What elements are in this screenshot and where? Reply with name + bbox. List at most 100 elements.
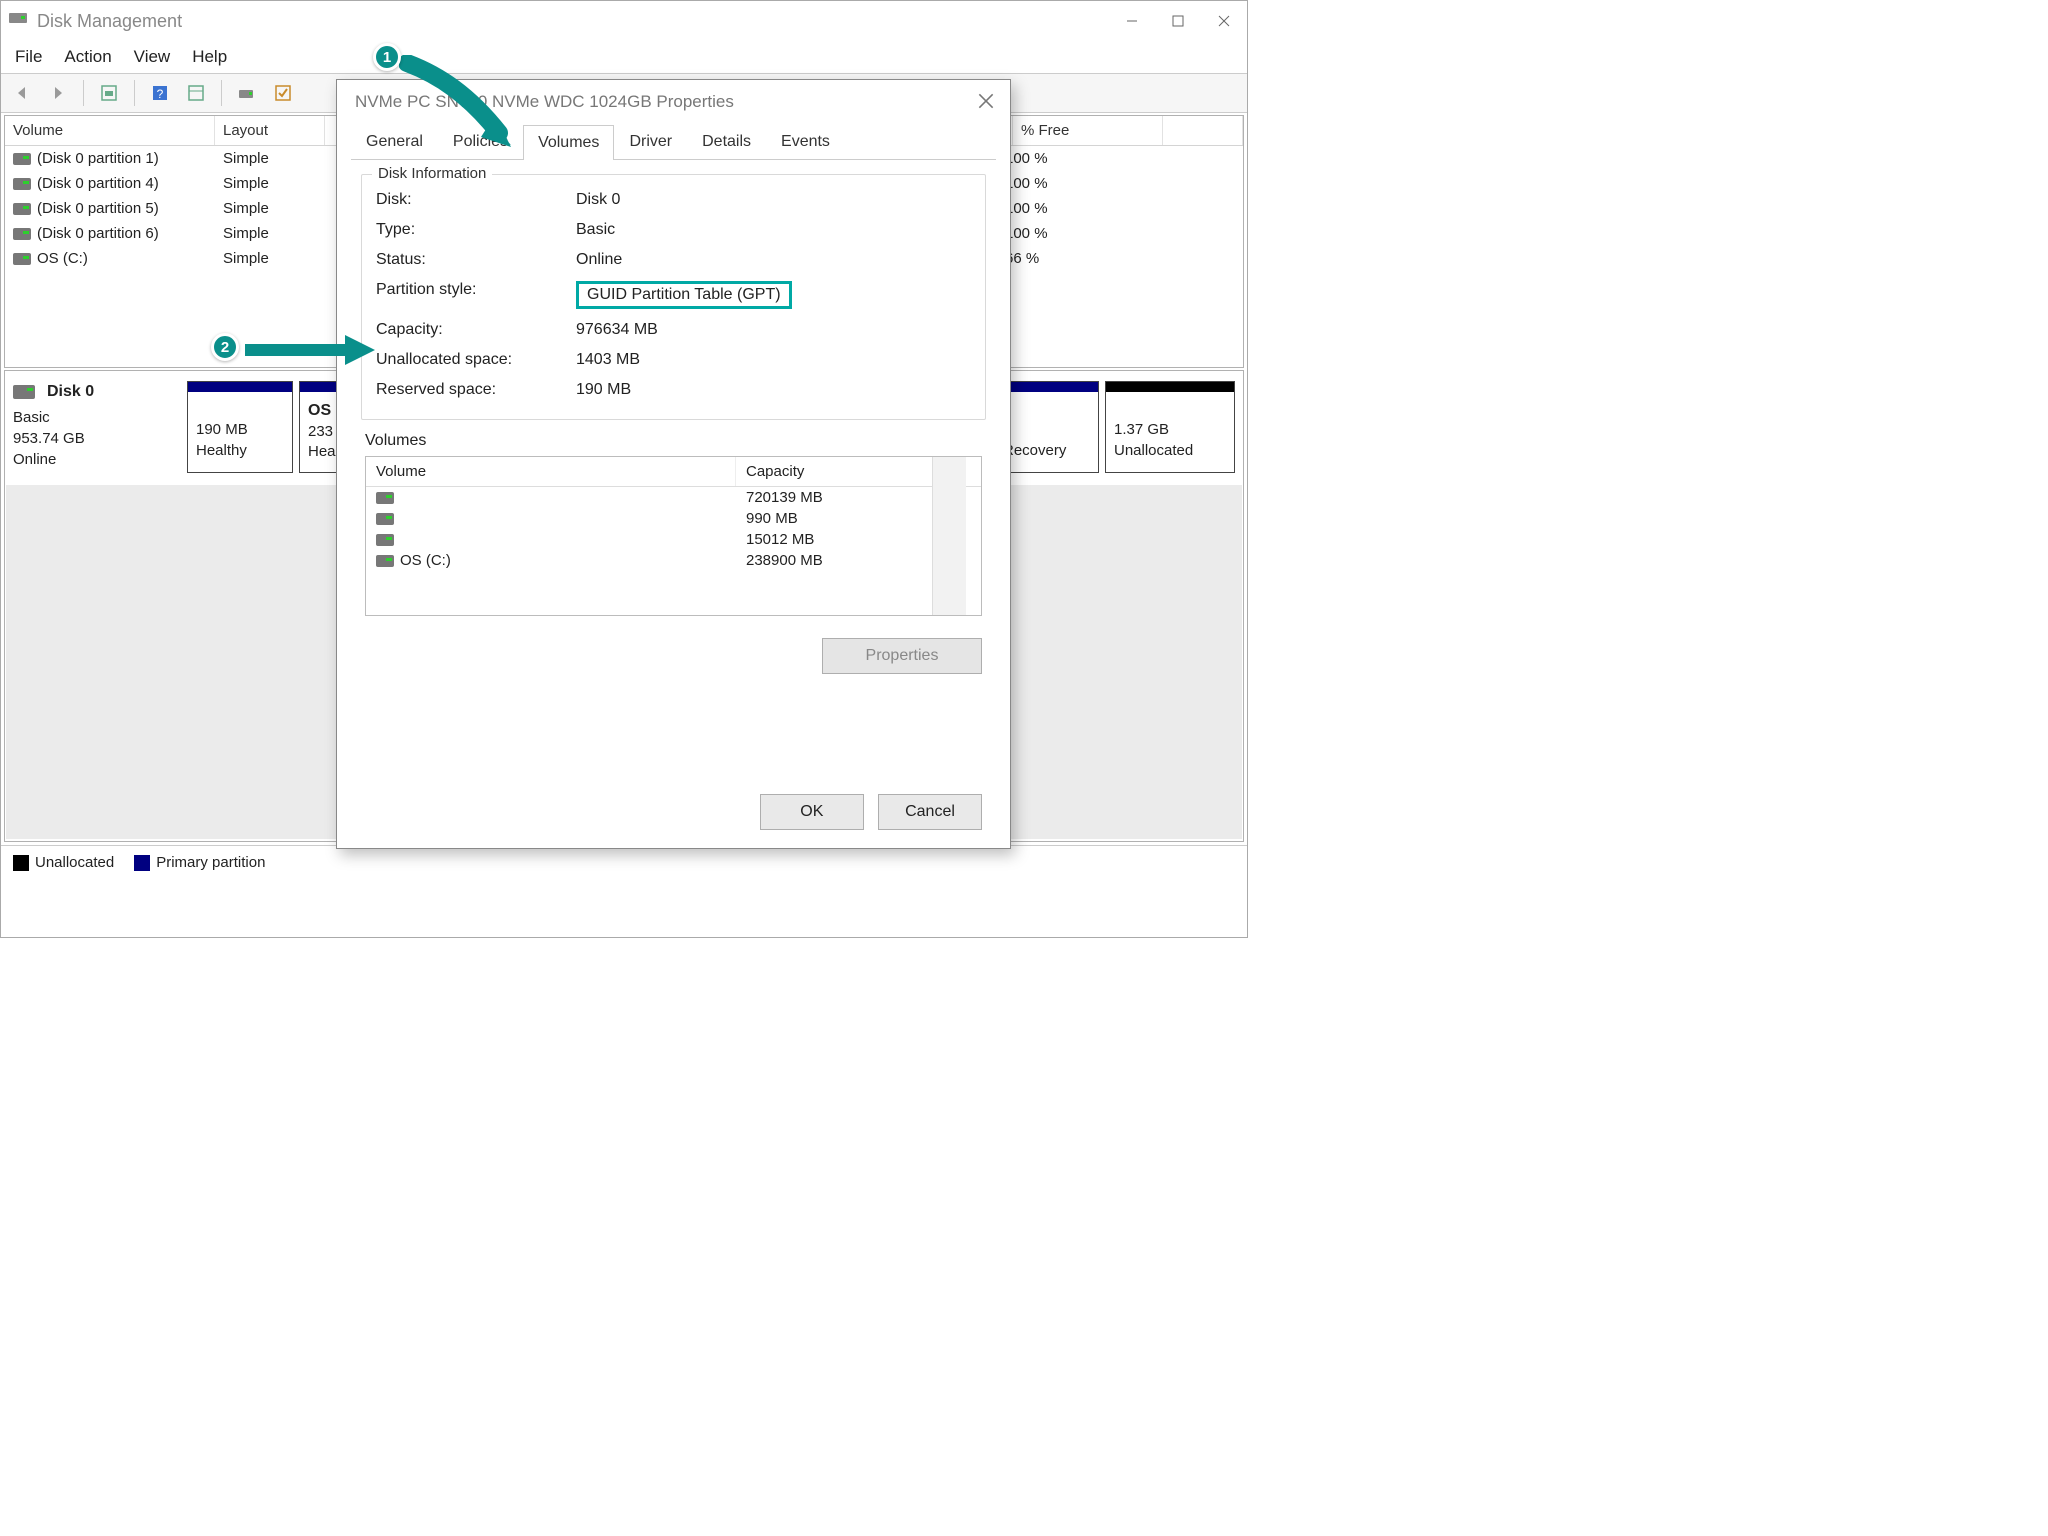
menu-help[interactable]: Help bbox=[192, 47, 227, 67]
value-reserved: 190 MB bbox=[576, 381, 971, 399]
menu-bar: File Action View Help bbox=[1, 41, 1247, 73]
volume-name: (Disk 0 partition 4) bbox=[37, 175, 159, 192]
app-icon bbox=[9, 11, 29, 32]
partition-size: B bbox=[998, 420, 1090, 440]
tab-events[interactable]: Events bbox=[766, 124, 845, 159]
menu-file[interactable]: File bbox=[15, 47, 42, 67]
volumes-list-row[interactable]: 720139 MB bbox=[366, 487, 981, 508]
col-volume[interactable]: Volume bbox=[366, 457, 736, 486]
annotation-badge-2: 2 bbox=[211, 333, 239, 361]
volume-layout: Simple bbox=[223, 173, 333, 194]
partition-size: 1.37 GB bbox=[1114, 420, 1226, 440]
legend-primary: Primary partition bbox=[156, 854, 265, 871]
minimize-button[interactable] bbox=[1109, 3, 1155, 39]
menu-view[interactable]: View bbox=[134, 47, 171, 67]
list-scrollbar[interactable] bbox=[932, 457, 966, 615]
window-controls bbox=[1109, 3, 1247, 39]
volume-free: 100 % bbox=[1005, 198, 1155, 219]
disk-status: Online bbox=[13, 449, 181, 470]
vol-name: OS (C:) bbox=[400, 552, 451, 569]
col-free[interactable]: % Free bbox=[1013, 116, 1163, 145]
partition-status: Healthy bbox=[196, 441, 284, 461]
group-title: Disk Information bbox=[372, 165, 492, 182]
col-volume[interactable]: Volume bbox=[5, 116, 215, 145]
toolbar-icon-2[interactable] bbox=[183, 80, 209, 106]
menu-action[interactable]: Action bbox=[64, 47, 111, 67]
toolbar-icon-1[interactable] bbox=[96, 80, 122, 106]
col-tail bbox=[1163, 116, 1243, 145]
tab-volumes[interactable]: Volumes bbox=[523, 125, 614, 160]
partition-header bbox=[188, 382, 292, 392]
drive-icon bbox=[376, 555, 394, 567]
drive-icon bbox=[13, 253, 31, 265]
annotation-badge-1: 1 bbox=[373, 43, 401, 71]
volume-name: (Disk 0 partition 1) bbox=[37, 150, 159, 167]
drive-icon bbox=[13, 228, 31, 240]
disk-information-group: Disk Information Disk:Disk 0 Type:Basic … bbox=[361, 174, 986, 420]
properties-dialog: NVMe PC SN730 NVMe WDC 1024GB Properties… bbox=[336, 79, 1011, 849]
value-partition-style: GUID Partition Table (GPT) bbox=[576, 281, 792, 309]
volume-free: 100 % bbox=[1005, 173, 1155, 194]
partition-status: (Recovery bbox=[998, 441, 1090, 461]
disk-info[interactable]: Disk 0 Basic 953.74 GB Online bbox=[13, 381, 181, 473]
cancel-button[interactable]: Cancel bbox=[878, 794, 982, 830]
drive-icon bbox=[376, 534, 394, 546]
label-disk: Disk: bbox=[376, 191, 566, 209]
volume-layout: Simple bbox=[223, 223, 333, 244]
legend-swatch-black bbox=[13, 855, 29, 871]
volumes-list-row[interactable]: 15012 MB bbox=[366, 529, 981, 550]
label-type: Type: bbox=[376, 221, 566, 239]
disk-size: 953.74 GB bbox=[13, 428, 181, 449]
volumes-list-row[interactable]: 990 MB bbox=[366, 508, 981, 529]
label-reserved: Reserved space: bbox=[376, 381, 566, 399]
partition-box[interactable]: 1.37 GB Unallocated bbox=[1105, 381, 1235, 473]
value-capacity: 976634 MB bbox=[576, 321, 971, 339]
volume-free: 100 % bbox=[1005, 223, 1155, 244]
col-capacity[interactable]: Capacity bbox=[736, 457, 814, 486]
drive-icon bbox=[13, 203, 31, 215]
drive-icon bbox=[376, 513, 394, 525]
forward-button[interactable] bbox=[45, 80, 71, 106]
titlebar: Disk Management bbox=[1, 1, 1247, 41]
legend: Unallocated Primary partition bbox=[1, 845, 1247, 879]
maximize-button[interactable] bbox=[1155, 3, 1201, 39]
tab-details[interactable]: Details bbox=[687, 124, 766, 159]
toolbar-icon-4[interactable] bbox=[270, 80, 296, 106]
properties-button: Properties bbox=[822, 638, 982, 674]
drive-icon bbox=[13, 178, 31, 190]
window-title: Disk Management bbox=[37, 11, 182, 32]
disk-type: Basic bbox=[13, 407, 181, 428]
volume-layout: Simple bbox=[223, 198, 333, 219]
tab-driver[interactable]: Driver bbox=[614, 124, 687, 159]
volumes-section-label: Volumes bbox=[365, 432, 996, 450]
toolbar-icon-3[interactable] bbox=[234, 80, 260, 106]
ok-button[interactable]: OK bbox=[760, 794, 864, 830]
col-layout[interactable]: Layout bbox=[215, 116, 325, 145]
value-disk: Disk 0 bbox=[576, 191, 971, 209]
partition-size: 190 MB bbox=[196, 420, 284, 440]
dialog-close-button[interactable] bbox=[978, 93, 996, 111]
drive-icon bbox=[13, 153, 31, 165]
disk-management-window: Disk Management File Action View Help ? … bbox=[0, 0, 1248, 938]
annotation-arrow-1 bbox=[399, 55, 519, 159]
annotation-arrow-2 bbox=[245, 335, 375, 369]
close-button[interactable] bbox=[1201, 3, 1247, 39]
legend-unallocated: Unallocated bbox=[35, 854, 114, 871]
partition-box[interactable]: 190 MB Healthy bbox=[187, 381, 293, 473]
volumes-list-row[interactable]: OS (C:)238900 MB bbox=[366, 550, 981, 571]
value-type: Basic bbox=[576, 221, 971, 239]
volumes-list[interactable]: Volume Capacity 720139 MB 990 MB 15012 M… bbox=[365, 456, 982, 616]
back-button[interactable] bbox=[9, 80, 35, 106]
volume-name: (Disk 0 partition 5) bbox=[37, 200, 159, 217]
value-unallocated: 1403 MB bbox=[576, 351, 971, 369]
volume-layout: Simple bbox=[223, 248, 333, 269]
volume-name: OS (C:) bbox=[37, 250, 88, 267]
svg-text:?: ? bbox=[157, 87, 164, 101]
value-status: Online bbox=[576, 251, 971, 269]
partition-header bbox=[1106, 382, 1234, 392]
label-capacity: Capacity: bbox=[376, 321, 566, 339]
help-icon[interactable]: ? bbox=[147, 80, 173, 106]
drive-icon bbox=[376, 492, 394, 504]
volume-free: 100 % bbox=[1005, 148, 1155, 169]
partition-status: Unallocated bbox=[1114, 441, 1226, 461]
